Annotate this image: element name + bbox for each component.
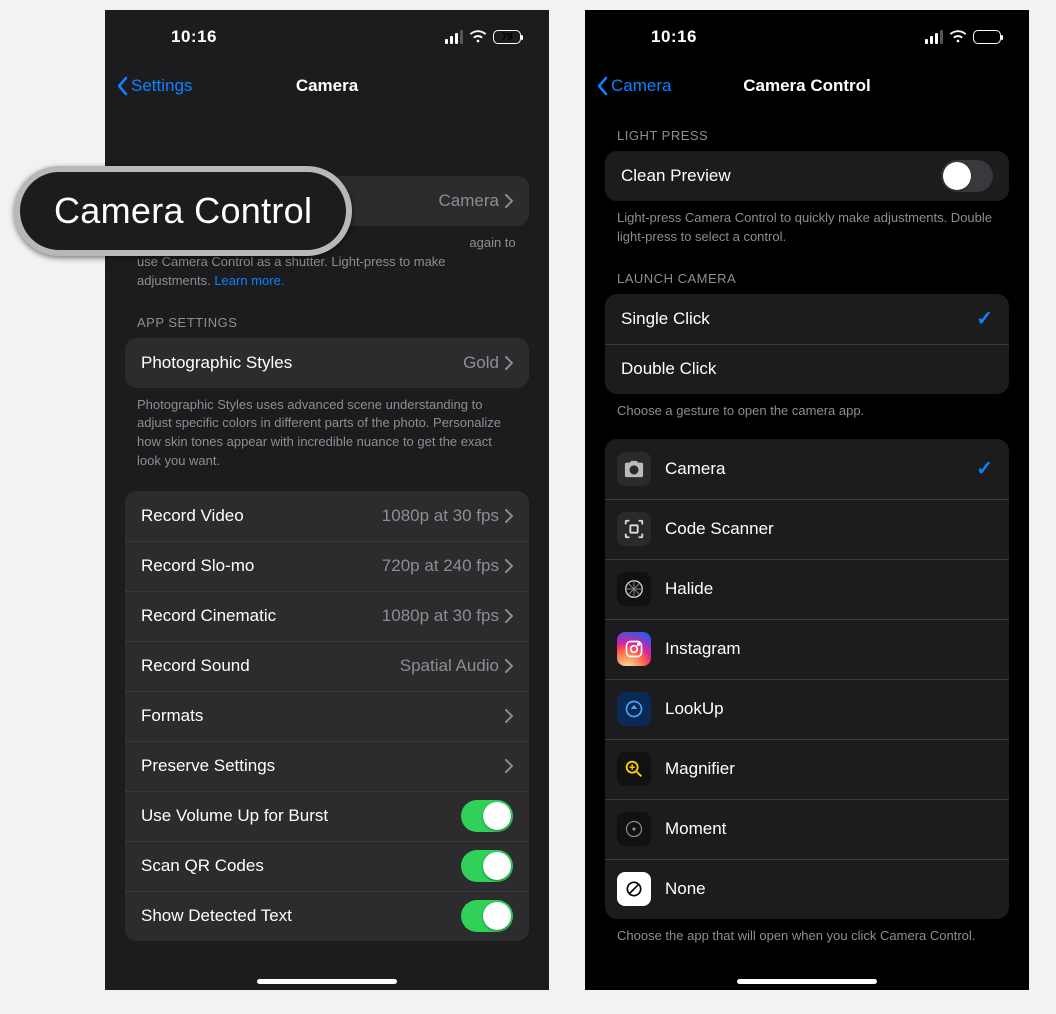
app-chooser-footer: Choose the app that will open when you c… [585,919,1029,950]
chevron-left-icon [117,76,129,96]
app-none-row[interactable]: None [605,859,1009,919]
nav-bar: Camera Camera Control [585,64,1029,108]
cellular-icon [925,30,943,44]
lookup-icon [617,692,651,726]
qr-scan-icon [617,512,651,546]
camera-icon [617,452,651,486]
checkmark-icon: ✓ [976,306,993,331]
left-screenshot: 10:16 79 Settings Camera Camera Control … [105,10,549,990]
record-cinematic-row[interactable]: Record Cinematic 1080p at 30 fps [125,591,529,641]
camera-control-value: Camera [439,191,499,211]
scan-qr-row: Scan QR Codes [125,841,529,891]
cellular-icon [445,30,463,44]
photographic-styles-value: Gold [463,353,499,373]
app-instagram-row[interactable]: Instagram [605,619,1009,679]
right-screenshot: 10:16 79 Camera Camera Control LIGHT PRE… [585,10,1029,990]
app-settings-header: APP SETTINGS [105,295,549,338]
chevron-right-icon [505,609,513,623]
app-halide-row[interactable]: Halide [605,559,1009,619]
volume-burst-row: Use Volume Up for Burst [125,791,529,841]
photographic-styles-group: Photographic Styles Gold [125,338,529,388]
chevron-right-icon [505,509,513,523]
status-bar: 10:16 79 [105,10,549,64]
halide-icon [617,572,651,606]
none-icon [617,872,651,906]
record-slomo-row[interactable]: Record Slo-mo 720p at 240 fps [125,541,529,591]
chevron-right-icon [505,559,513,573]
app-magnifier-row[interactable]: Magnifier [605,739,1009,799]
back-label: Settings [131,76,192,96]
app-lookup-row[interactable]: LookUp [605,679,1009,739]
learn-more-link[interactable]: Learn more. [214,273,284,288]
photographic-styles-row[interactable]: Photographic Styles Gold [125,338,529,388]
callout-pill: Camera Control [14,166,352,256]
chevron-right-icon [505,759,513,773]
wifi-icon [469,30,487,44]
launch-camera-header: LAUNCH CAMERA [585,251,1029,294]
battery-icon: 79 [973,30,1001,44]
clean-preview-row: Clean Preview [605,151,1009,201]
preserve-settings-row[interactable]: Preserve Settings [125,741,529,791]
record-sound-row[interactable]: Record Sound Spatial Audio [125,641,529,691]
home-indicator[interactable] [257,979,397,984]
chevron-right-icon [505,356,513,370]
status-bar: 10:16 79 [585,10,1029,64]
clean-preview-toggle[interactable] [941,160,993,192]
chevron-right-icon [505,659,513,673]
show-detected-text-toggle[interactable] [461,900,513,932]
chevron-right-icon [505,194,513,208]
checkmark-icon: ✓ [976,456,993,481]
app-moment-row[interactable]: Moment [605,799,1009,859]
light-press-header: LIGHT PRESS [585,108,1029,151]
scan-qr-toggle[interactable] [461,850,513,882]
magnifier-icon [617,752,651,786]
app-code-scanner-row[interactable]: Code Scanner [605,499,1009,559]
launch-gesture-group: Single Click ✓ Double Click [605,294,1009,394]
nav-bar: Settings Camera [105,64,549,108]
battery-icon: 79 [493,30,521,44]
photographic-styles-footer: Photographic Styles uses advanced scene … [105,388,549,475]
volume-burst-toggle[interactable] [461,800,513,832]
status-time: 10:16 [171,27,217,47]
app-camera-row[interactable]: Camera ✓ [605,439,1009,499]
record-group: Record Video 1080p at 30 fps Record Slo-… [125,491,529,941]
light-press-footer: Light-press Camera Control to quickly ma… [585,201,1029,251]
record-video-row[interactable]: Record Video 1080p at 30 fps [125,491,529,541]
chevron-left-icon [597,76,609,96]
app-chooser-group: Camera ✓ Code Scanner Halide Instagram [605,439,1009,919]
back-label: Camera [611,76,671,96]
back-button[interactable]: Camera [597,76,671,96]
status-time: 10:16 [651,27,697,47]
launch-gesture-footer: Choose a gesture to open the camera app. [585,394,1029,425]
home-indicator[interactable] [737,979,877,984]
wifi-icon [949,30,967,44]
moment-icon [617,812,651,846]
back-button[interactable]: Settings [117,76,192,96]
formats-row[interactable]: Formats [125,691,529,741]
double-click-row[interactable]: Double Click [605,344,1009,394]
instagram-icon [617,632,651,666]
clean-preview-group: Clean Preview [605,151,1009,201]
single-click-row[interactable]: Single Click ✓ [605,294,1009,344]
show-detected-text-row: Show Detected Text [125,891,529,941]
chevron-right-icon [505,709,513,723]
